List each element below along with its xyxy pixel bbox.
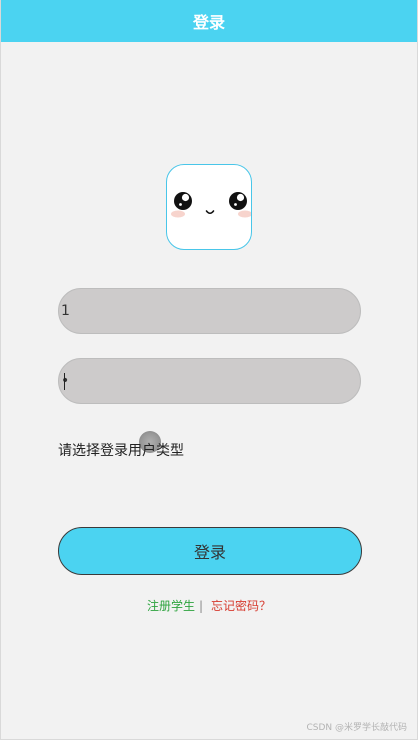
user-type-selector[interactable]: 请选择登录用户类型	[58, 438, 184, 462]
link-divider: |	[198, 598, 204, 613]
username-input[interactable]	[58, 288, 361, 334]
user-type-label: 请选择登录用户类型	[58, 443, 184, 459]
text-cursor	[64, 373, 65, 390]
password-input[interactable]	[58, 358, 361, 404]
app-header: 登录	[1, 0, 417, 42]
login-page: 登录 请选择登录用户类型 登录 注册学生 | 忘记密码？	[0, 0, 418, 740]
login-button[interactable]: 登录	[58, 527, 362, 575]
cute-face-icon	[171, 192, 251, 218]
watermark: CSDN @米罗学长敲代码	[306, 723, 407, 733]
auth-links: 注册学生 | 忘记密码？	[1, 597, 417, 614]
page-title: 登录	[192, 13, 225, 32]
avatar	[166, 164, 252, 250]
login-button-label: 登录	[193, 543, 226, 562]
forgot-password-link[interactable]: 忘记密码？	[211, 597, 271, 614]
register-student-link[interactable]: 注册学生	[147, 597, 195, 614]
